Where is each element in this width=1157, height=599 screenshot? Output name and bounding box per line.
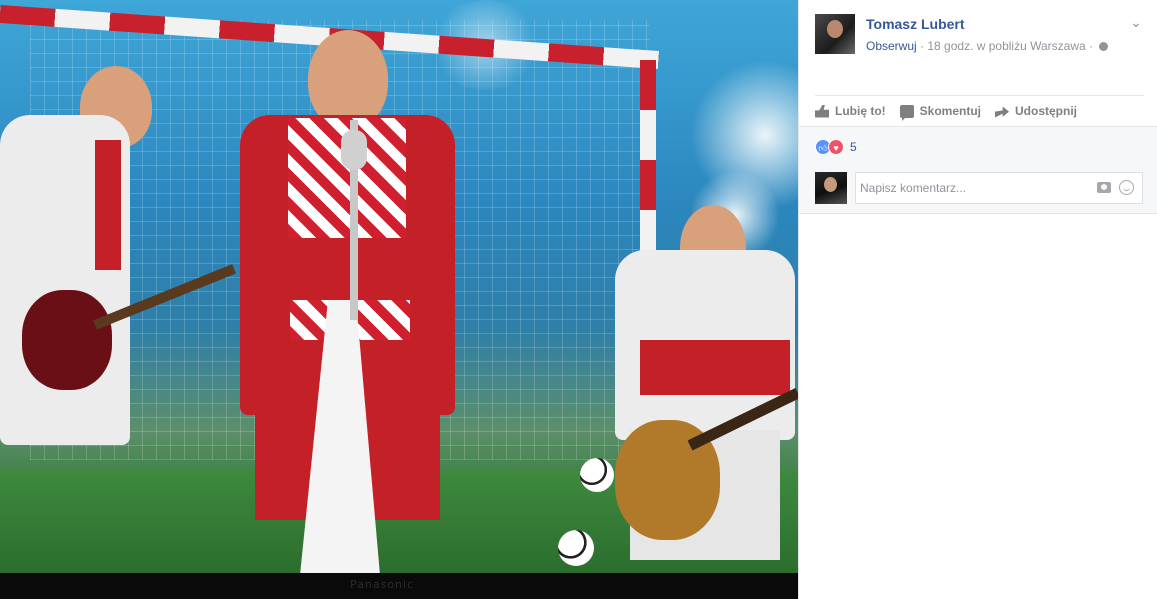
share-button[interactable]: Udostępnij	[995, 104, 1077, 118]
author-avatar[interactable]	[815, 14, 855, 54]
meta-separator: ·	[1089, 39, 1094, 53]
camera-icon[interactable]	[1097, 182, 1111, 193]
reaction-count: 5	[850, 140, 857, 154]
thumbs-up-icon	[815, 104, 829, 118]
post-timestamp-location[interactable]: 18 godz. w pobliżu Warszawa	[927, 39, 1085, 53]
post-header: Tomasz Lubert Obserwuj · 18 godz. w pobl…	[815, 14, 1144, 58]
microphone	[341, 130, 367, 170]
comment-button[interactable]: Skomentuj	[899, 104, 981, 121]
emoji-icon[interactable]	[1119, 180, 1134, 195]
commenter-avatar	[815, 172, 847, 204]
follow-link[interactable]: Obserwuj	[866, 39, 917, 53]
share-arrow-icon	[995, 106, 1009, 118]
comment-button-label: Skomentuj	[919, 104, 981, 118]
share-button-label: Udostępnij	[1015, 104, 1077, 118]
like-button[interactable]: Lubię to!	[815, 104, 886, 118]
post-sidebar: Tomasz Lubert Obserwuj · 18 godz. w pobl…	[798, 0, 1157, 599]
football	[580, 458, 614, 492]
divider	[815, 95, 1144, 96]
like-button-label: Lubię to!	[835, 104, 886, 118]
post-meta: Obserwuj · 18 godz. w pobliżu Warszawa ·	[866, 39, 1109, 53]
guitar	[22, 290, 112, 390]
reactions-summary[interactable]: 👍︎ ♥ 5	[815, 138, 857, 156]
post-actions-bar: Lubię to! Skomentuj Udostępnij	[815, 100, 1144, 122]
comments-area: 👍︎ ♥ 5	[799, 126, 1157, 214]
football	[558, 530, 594, 566]
author-name-link[interactable]: Tomasz Lubert	[866, 16, 965, 32]
chevron-down-icon[interactable]: ⌄	[1128, 14, 1144, 30]
post-photo[interactable]: Panasonic	[0, 0, 798, 599]
comment-icon	[899, 104, 914, 121]
tv-brand-text: Panasonic	[350, 578, 415, 591]
love-reaction-icon: ♥	[828, 139, 844, 155]
meta-separator: ·	[920, 39, 925, 53]
globe-icon[interactable]	[1099, 42, 1109, 51]
